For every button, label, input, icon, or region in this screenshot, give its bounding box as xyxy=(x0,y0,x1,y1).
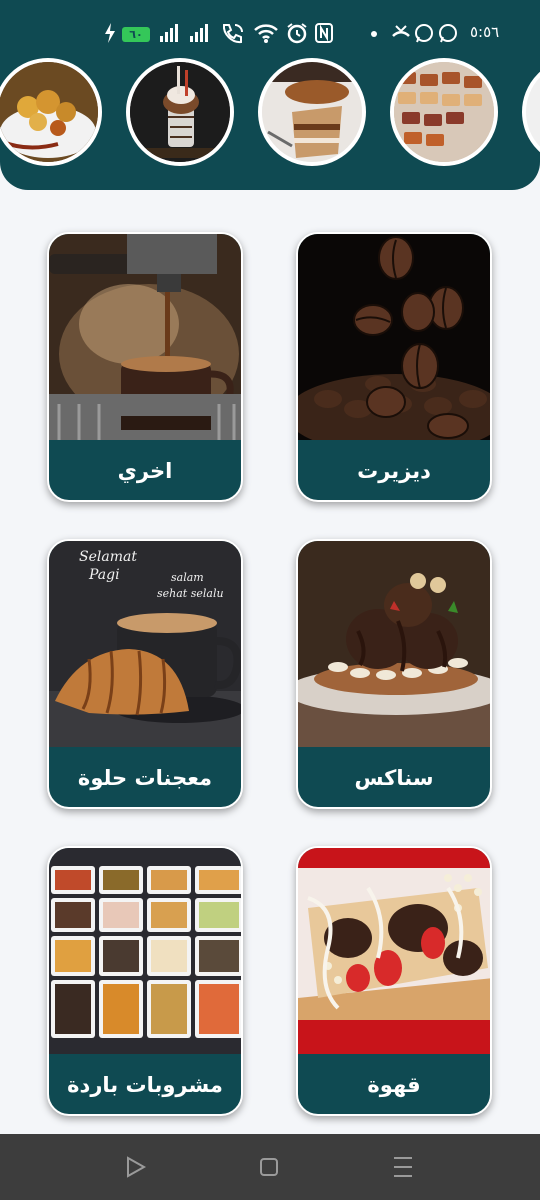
croissant-coffee-image: Selamat Pagi salam sehat selalu xyxy=(49,541,241,747)
overlay-text-line1: Selamat xyxy=(79,549,137,565)
category-grid: ديزيرت اخري سناكس Selamat Pagi salam seh… xyxy=(0,0,540,1200)
category-card-sweet-pastries[interactable]: Selamat Pagi salam sehat selalu معجنات ح… xyxy=(47,539,243,809)
category-label: اخري xyxy=(117,459,173,483)
espresso-machine-image xyxy=(49,234,241,440)
category-card-dessert[interactable]: ديزيرت xyxy=(296,232,492,502)
chocolate-waffle-image xyxy=(298,541,490,747)
overlay-text-line3: salam xyxy=(171,571,204,584)
category-card-coffee[interactable]: قهوة xyxy=(296,846,492,1116)
category-card-snacks[interactable]: سناكس xyxy=(296,539,492,809)
overlay-text-line2: Pagi xyxy=(88,567,120,583)
waffle-tray-image xyxy=(49,848,241,1054)
coffee-beans-image xyxy=(298,234,490,440)
category-label: مشروبات باردة xyxy=(67,1073,223,1097)
home-icon[interactable] xyxy=(258,1154,280,1180)
category-label: ديزيرت xyxy=(357,459,431,483)
category-label: معجنات حلوة xyxy=(77,766,213,790)
menu-icon[interactable] xyxy=(392,1154,414,1180)
strawberry-crepe-image xyxy=(298,848,490,1054)
category-card-cold-drinks[interactable]: مشروبات باردة xyxy=(47,846,243,1116)
category-label: سناكس xyxy=(354,766,434,790)
back-icon[interactable] xyxy=(124,1154,148,1180)
overlay-text-line4: sehat selalu xyxy=(157,587,224,600)
category-label: قهوة xyxy=(367,1073,421,1097)
system-nav-bar xyxy=(0,1134,540,1200)
category-card-other[interactable]: اخري xyxy=(47,232,243,502)
